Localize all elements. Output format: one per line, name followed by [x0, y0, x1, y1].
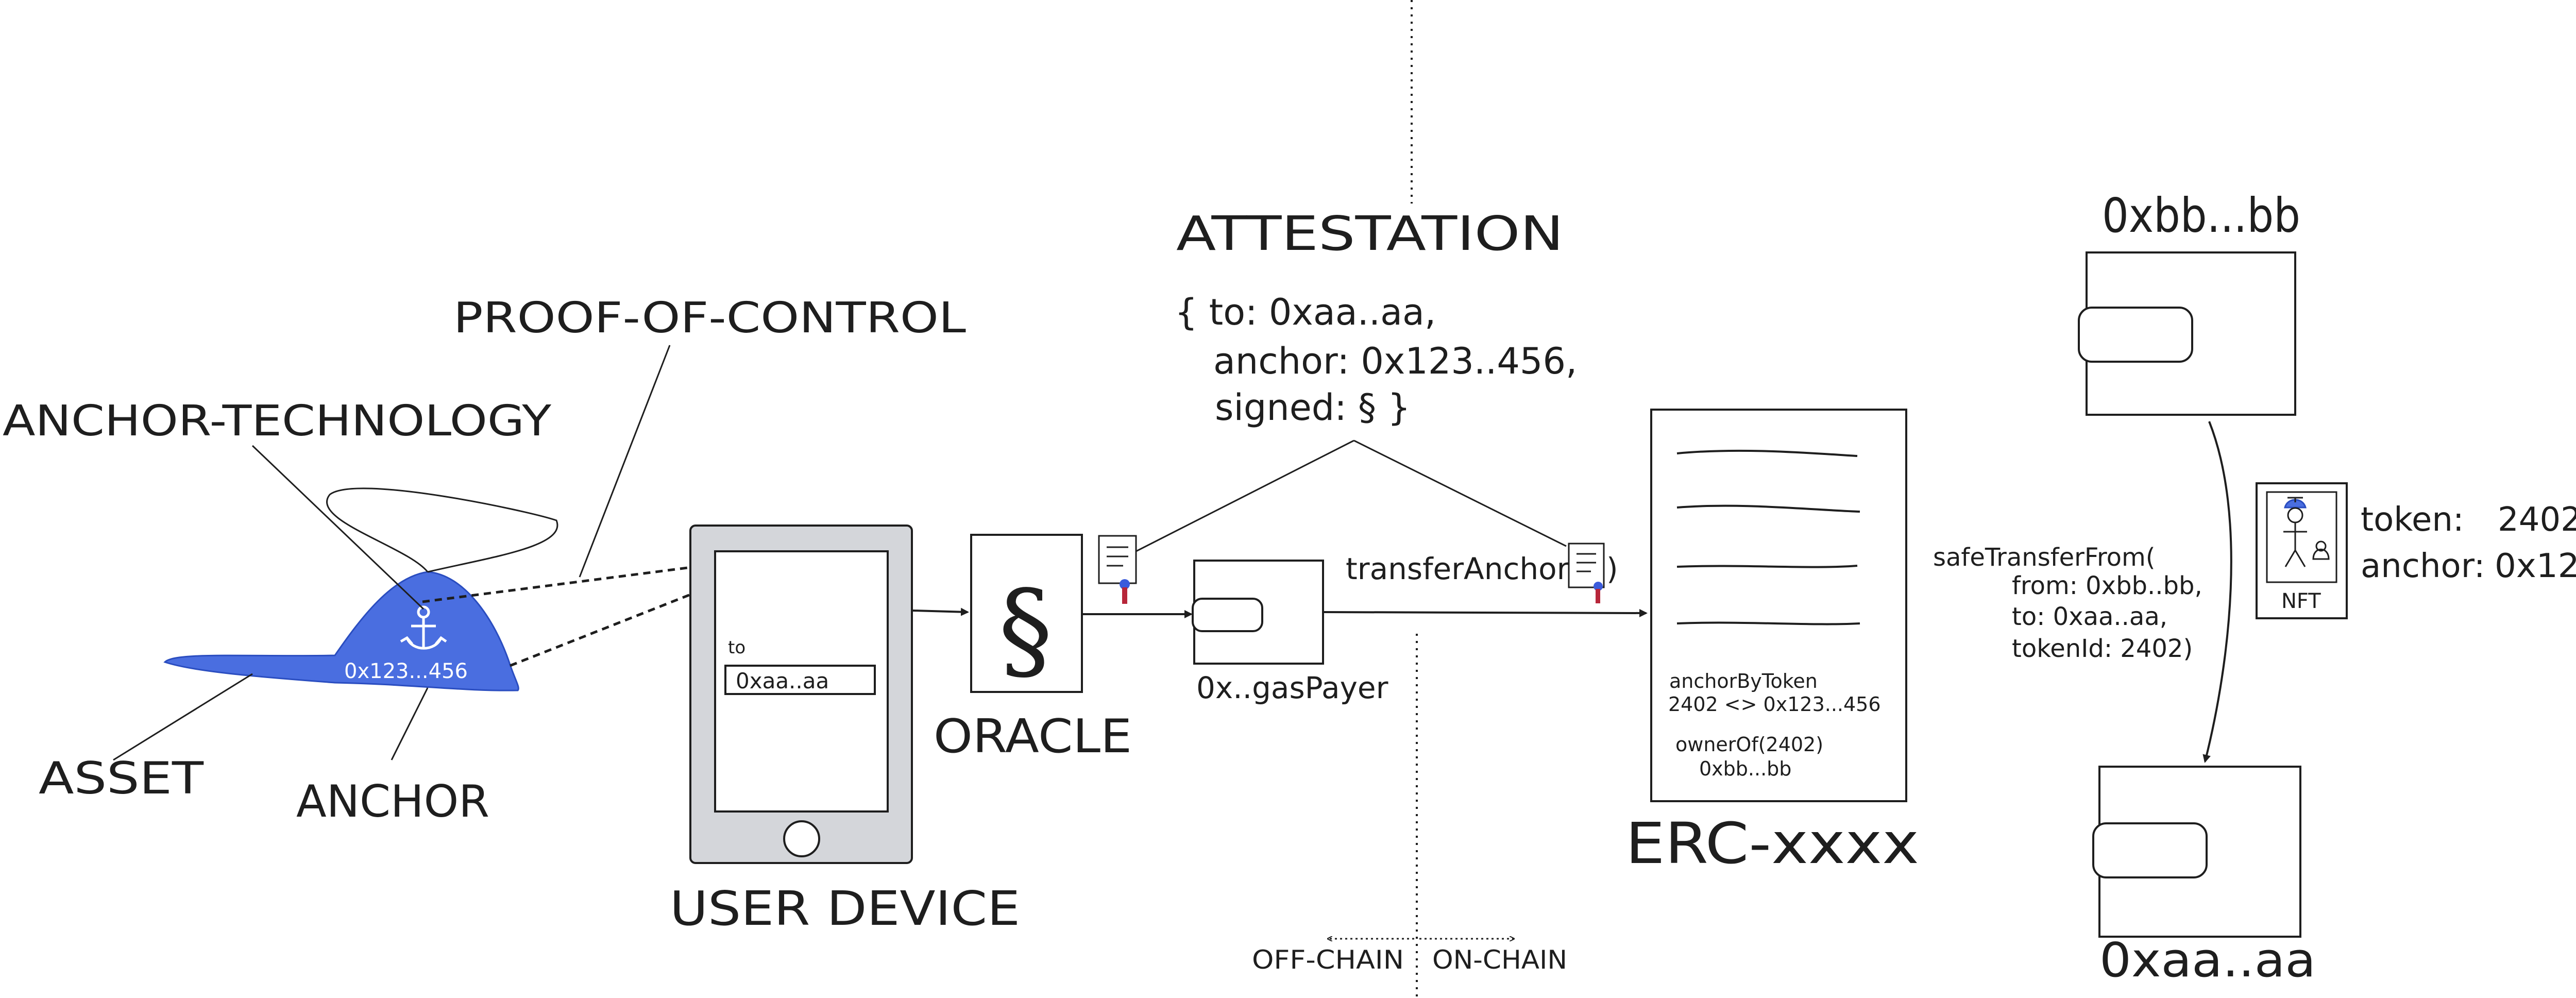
- certificate-icon: [1098, 535, 1137, 604]
- contract-line2: 2402 <> 0x123...456: [1668, 693, 1881, 716]
- nft-anchor-value: 0x123...456: [2495, 547, 2576, 585]
- safe-transfer-line1: safeTransferFrom(: [1933, 543, 2156, 572]
- proof-line-lower: [510, 591, 696, 667]
- to-wallet: [2092, 766, 2301, 938]
- contract-line4: 0xbb...bb: [1699, 757, 1791, 780]
- attestation-pointer-left: [1136, 439, 1354, 552]
- contract-line1: anchorByToken: [1669, 670, 1818, 692]
- transfer-certificate-icon: [1568, 543, 1605, 603]
- transfer-anchor-close: ): [1606, 551, 1618, 586]
- anchor-tech-pointer: [251, 445, 425, 610]
- device-to-oracle-arrow: [912, 607, 969, 616]
- oracle-section-sign: §: [998, 567, 1053, 693]
- attestation-line1: { to: 0xaa..aa,: [1175, 291, 1436, 333]
- attestation-title: ATTESTATION: [1176, 206, 1564, 261]
- user-device-label: USER DEVICE: [670, 881, 1020, 936]
- anchor-transfer-diagram: 0x123...456 ANCHOR-TECHNOLOGY PROOF-OF-C…: [3, 0, 2576, 998]
- wallet-transfer-arrow: [2202, 421, 2232, 763]
- off-chain-label: OFF-CHAIN: [1252, 945, 1404, 975]
- asset-anchor-id: 0x123...456: [344, 659, 468, 683]
- nft-token-label: token:: [2361, 501, 2464, 539]
- device-to-label: to: [728, 637, 745, 658]
- gaspayer-label: 0x..gasPayer: [1196, 670, 1388, 705]
- from-wallet: [2078, 251, 2296, 416]
- device-to-value: 0xaa..aa: [736, 668, 829, 693]
- erc-label: ERC-xxxx: [1625, 810, 1919, 876]
- safe-transfer-line4: tokenId: 2402): [2012, 634, 2193, 663]
- anchor-pointer: [391, 687, 429, 760]
- anchor-label: ANCHOR: [296, 776, 489, 827]
- proof-of-control-pointer: [579, 345, 671, 578]
- on-chain-label: ON-CHAIN: [1432, 945, 1567, 975]
- attestation-line2: anchor: 0x123..456,: [1213, 340, 1577, 382]
- nft-token-value: 2402: [2498, 501, 2576, 539]
- attestation-line3: signed: § }: [1215, 386, 1411, 429]
- proof-line-upper: [422, 565, 696, 603]
- proof-of-control-label: PROOF-OF-CONTROL: [453, 294, 966, 343]
- asset-label: ASSET: [39, 753, 204, 804]
- attestation-pointer-right: [1353, 439, 1567, 547]
- safe-transfer-line3: to: 0xaa..aa,: [2012, 602, 2167, 631]
- gaspayer-wallet: [1192, 560, 1324, 665]
- asset-pointer: [113, 673, 253, 761]
- safe-transfer-line2: from: 0xbb..bb,: [2012, 571, 2202, 600]
- contract-line3: ownerOf(2402): [1675, 733, 1823, 756]
- oracle-label: ORACLE: [934, 709, 1132, 764]
- transfer-anchor-label: transferAnchor(: [1346, 551, 1581, 586]
- anchor-technology-label: ANCHOR-TECHNOLOGY: [3, 397, 552, 446]
- nft-anchor-label: anchor:: [2361, 547, 2485, 585]
- gaspayer-to-contract-arrow: [1324, 608, 1648, 617]
- from-address-label: 0xbb...bb: [2102, 188, 2300, 243]
- nft-caption: NFT: [2281, 589, 2321, 613]
- to-address-label: 0xaa..aa: [2099, 933, 2316, 988]
